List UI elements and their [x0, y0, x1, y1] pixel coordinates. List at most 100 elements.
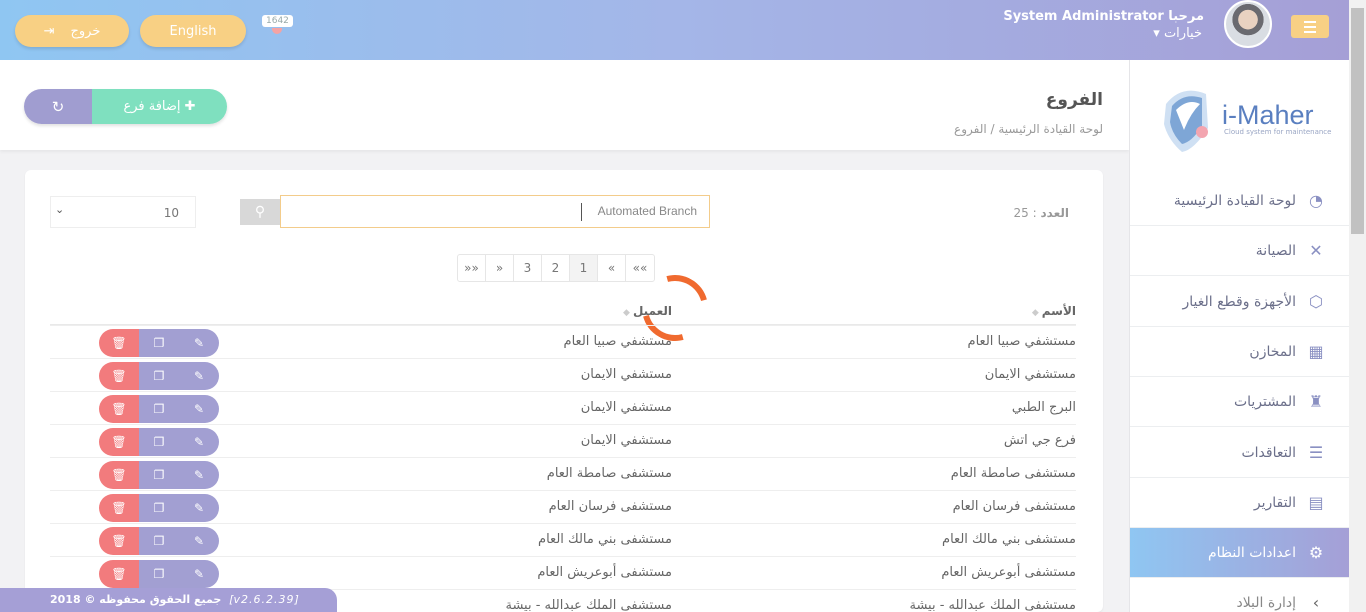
edit-button[interactable]: ✎: [179, 329, 219, 357]
pencil-icon: ✎: [193, 336, 205, 350]
sidebar-item-maintenance[interactable]: الصيانة ✕: [1130, 226, 1350, 276]
count-label: العدد: [1040, 206, 1069, 220]
dashboard-icon: ◔: [1309, 190, 1323, 210]
sidebar-item-label: إدارة البلاد: [1236, 594, 1296, 611]
per-page-select[interactable]: 10 ⌄: [50, 196, 196, 228]
sidebar-item-purchases[interactable]: المشتريات ♜: [1130, 377, 1350, 427]
footer: جميع الحقوق محفوظه © 2018 [v2.6.2.39]: [0, 588, 337, 612]
copy-icon: ❐: [153, 435, 165, 449]
copy-button[interactable]: ❐: [139, 395, 179, 423]
add-branch-button[interactable]: ✚ إضافة فرع: [92, 89, 227, 124]
name-cell: مستشفى أبوعريش العام: [941, 565, 1076, 580]
notification-badge[interactable]: 1642: [262, 15, 293, 27]
text-caret: [581, 203, 582, 221]
bell-icon[interactable]: [272, 28, 282, 34]
sidebar-item-reports[interactable]: التقارير ▤: [1130, 478, 1350, 528]
delete-button[interactable]: 🗑: [99, 395, 139, 423]
edit-button[interactable]: ✎: [179, 362, 219, 390]
contracts-icon: ☰: [1308, 442, 1324, 462]
page-last-button[interactable]: »»: [458, 255, 486, 281]
logout-button[interactable]: ⇥ خروج: [15, 15, 129, 47]
copy-button[interactable]: ❐: [139, 329, 179, 357]
copy-icon: ❐: [153, 468, 165, 482]
page-next-button[interactable]: »: [486, 255, 514, 281]
name-cell: مستشفى صامطة العام: [950, 466, 1076, 481]
copyright-text: جميع الحقوق محفوظه © 2018: [50, 593, 222, 606]
search-button[interactable]: ⚲: [240, 199, 280, 225]
edit-button[interactable]: ✎: [179, 560, 219, 588]
copy-button[interactable]: ❐: [139, 362, 179, 390]
name-cell: مستشفى الملك عبدالله - بيشة: [909, 598, 1076, 612]
language-button[interactable]: English: [140, 15, 246, 47]
version-text: [v2.6.2.39]: [229, 593, 299, 606]
client-cell: مستشفي الايمان: [580, 367, 672, 382]
delete-button[interactable]: 🗑: [99, 362, 139, 390]
trash-icon: 🗑: [111, 402, 127, 416]
edit-button[interactable]: ✎: [179, 461, 219, 489]
row-actions: 🗑 ❐ ✎: [99, 362, 219, 390]
delete-button[interactable]: 🗑: [99, 494, 139, 522]
sidebar-item-label: المشتريات: [1233, 393, 1296, 410]
box-icon: ⬡: [1309, 291, 1323, 311]
copy-button[interactable]: ❐: [139, 494, 179, 522]
user-greeting: مرحبا System Administrator: [1003, 9, 1204, 24]
copy-icon: ❐: [153, 567, 165, 581]
page-title: الفروع: [1045, 90, 1103, 110]
delete-button[interactable]: 🗑: [99, 527, 139, 555]
breadcrumb[interactable]: لوحة القيادة الرئيسية / الفروع: [954, 122, 1103, 136]
client-cell: مستشفى بني مالك العام: [538, 532, 672, 547]
top-bar: ⇥ خروج English 1642 مرحبا System Adminis…: [0, 0, 1349, 60]
pencil-icon: ✎: [193, 435, 205, 449]
branches-card: العدد : 25 Automated Branch ⚲ 10 ⌄ »» » …: [25, 170, 1103, 612]
copy-button[interactable]: ❐: [139, 461, 179, 489]
page-first-button[interactable]: ««: [626, 255, 654, 281]
trash-icon: 🗑: [111, 567, 127, 581]
table-row: 🗑 ❐ ✎ مستشفى بني مالك العام مستشفى بني مالك …: [50, 523, 1076, 556]
edit-button[interactable]: ✎: [179, 527, 219, 555]
client-cell: مستشفي الايمان: [580, 433, 672, 448]
pencil-icon: ✎: [193, 501, 205, 515]
copy-icon: ❐: [153, 336, 165, 350]
client-cell: مستشفي صبيا العام: [563, 334, 672, 349]
search-input[interactable]: Automated Branch: [280, 195, 710, 228]
edit-button[interactable]: ✎: [179, 428, 219, 456]
logo-text: i-Maher: [1222, 100, 1314, 130]
sidebar-item-label: الصيانة: [1255, 242, 1296, 259]
sidebar-item-system-settings[interactable]: اعدادات النظام ⚙: [1130, 528, 1350, 578]
sidebar-item-warehouses[interactable]: المخازن ▦: [1130, 327, 1350, 377]
pencil-icon: ✎: [193, 369, 205, 383]
name-cell: البرج الطبي: [1011, 400, 1076, 415]
page-2-button[interactable]: 2: [542, 255, 570, 281]
copy-button[interactable]: ❐: [139, 527, 179, 555]
client-cell: مستشفى أبوعريش العام: [537, 565, 672, 580]
delete-button[interactable]: 🗑: [99, 461, 139, 489]
avatar[interactable]: [1224, 0, 1272, 48]
table-row: 🗑 ❐ ✎ مستشفي الايمان البرج الطبي: [50, 391, 1076, 424]
sidebar-item-dashboard[interactable]: لوحة القيادة الرئيسية ◔: [1130, 176, 1350, 226]
sidebar-item-devices[interactable]: الأجهزة وقطع الغيار ⬡: [1130, 277, 1350, 327]
delete-button[interactable]: 🗑: [99, 329, 139, 357]
sidebar-item-countries[interactable]: إدارة البلاد ‹: [1130, 578, 1350, 612]
app-logo[interactable]: i-Maher Cloud system for maintenance: [1154, 84, 1334, 156]
page-1-button[interactable]: 1: [570, 255, 598, 281]
page-3-button[interactable]: 3: [514, 255, 542, 281]
refresh-button[interactable]: ↻: [24, 89, 92, 124]
page-prev-button[interactable]: «: [598, 255, 626, 281]
sidebar-item-contracts[interactable]: التعاقدات ☰: [1130, 428, 1350, 478]
per-page-value: 10: [163, 206, 179, 220]
scrollbar-thumb[interactable]: [1351, 8, 1364, 234]
edit-button[interactable]: ✎: [179, 494, 219, 522]
edit-button[interactable]: ✎: [179, 395, 219, 423]
copy-icon: ❐: [153, 369, 165, 383]
options-dropdown[interactable]: خيارات ▾: [1153, 26, 1202, 41]
column-header-name[interactable]: الأسم◆: [1032, 304, 1076, 318]
search-icon: ⚲: [254, 204, 266, 220]
delete-button[interactable]: 🗑: [99, 428, 139, 456]
copy-button[interactable]: ❐: [139, 428, 179, 456]
menu-toggle-button[interactable]: [1291, 15, 1329, 38]
gear-icon: ⚙: [1308, 542, 1324, 562]
client-cell: مستشفى الملك عبدالله - بيشة: [505, 598, 672, 612]
delete-button[interactable]: 🗑: [99, 560, 139, 588]
copy-button[interactable]: ❐: [139, 560, 179, 588]
sort-icon: ◆: [623, 308, 630, 318]
